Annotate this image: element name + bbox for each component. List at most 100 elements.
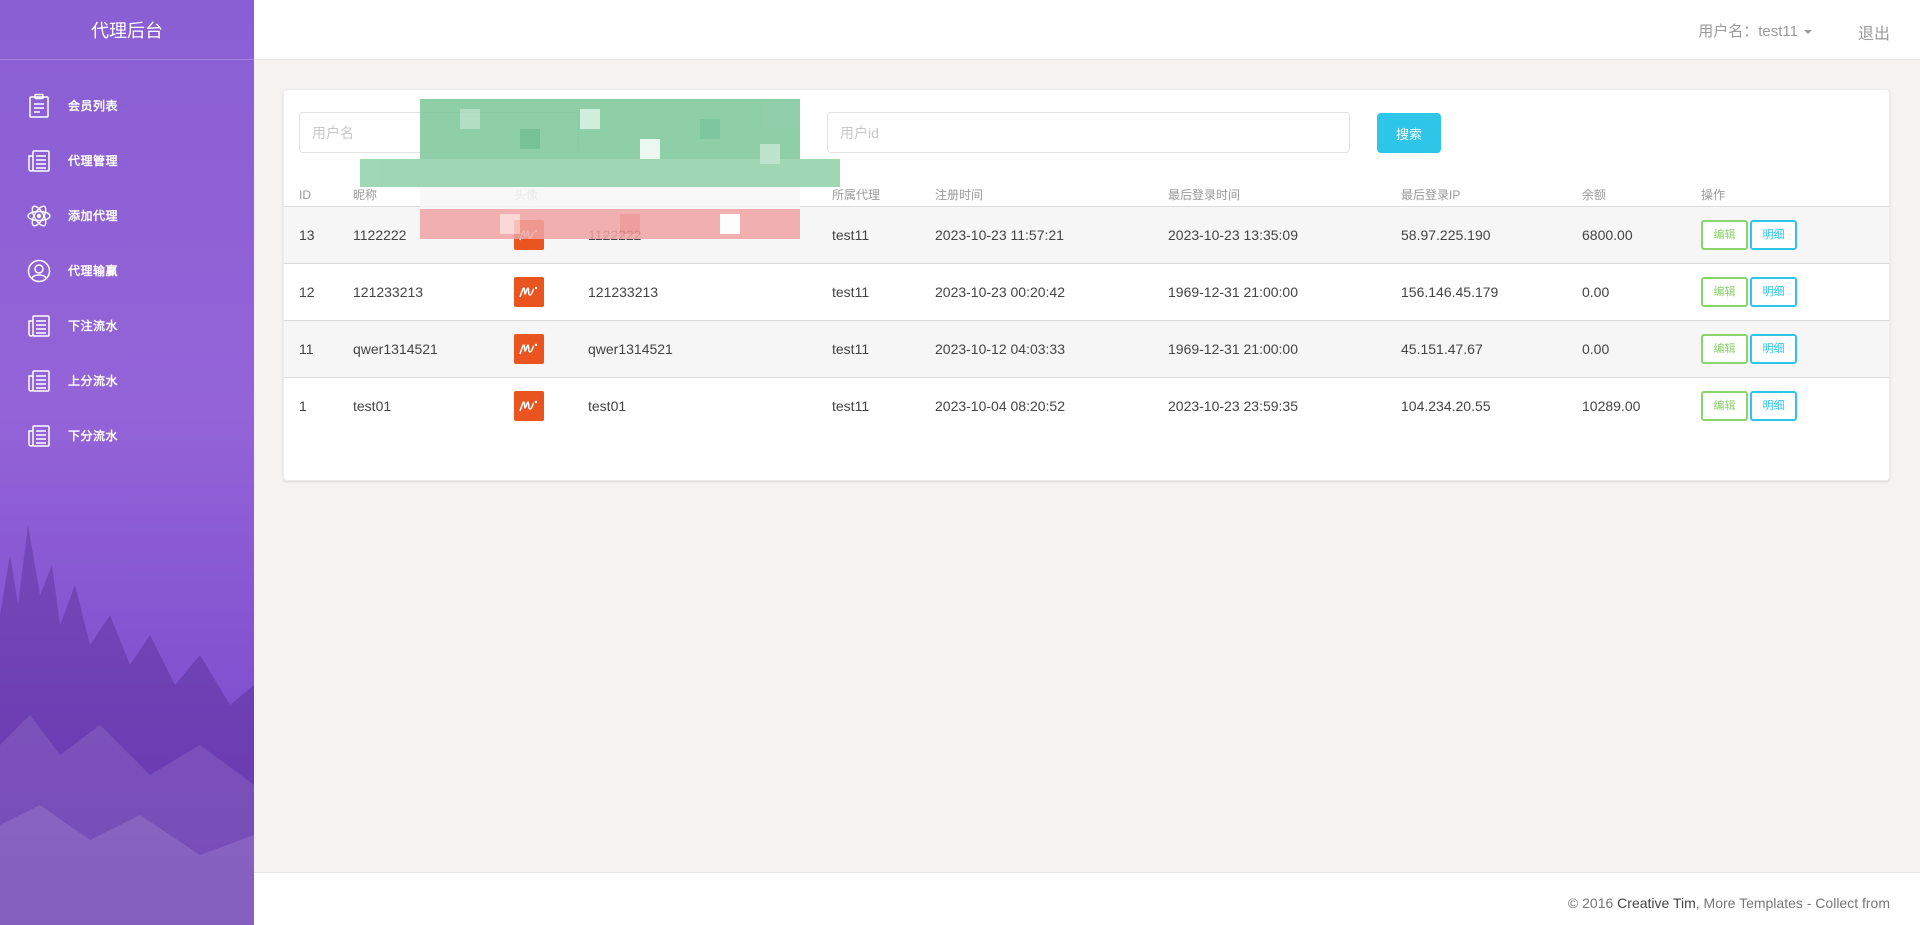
cell-id: 1: [299, 397, 307, 414]
col-header-username: [573, 178, 817, 207]
footer-brand-link[interactable]: Creative Tim: [1617, 895, 1696, 911]
cell-balance: 0.00: [1567, 320, 1686, 378]
col-header-last-ip: 最后登录IP: [1386, 178, 1567, 207]
cell-last-ip: 58.97.225.190: [1386, 206, 1567, 264]
sidebar-nav: 会员列表 代理管理 添加代理 代理输赢 下注流水 上分流水 下分流水: [0, 60, 254, 463]
cell-nickname: test01: [353, 397, 392, 414]
table-row: 12 121233213 121233213 test11 2023-10-23…: [284, 263, 1889, 321]
col-header-registered: 注册时间: [920, 178, 1153, 207]
member-table: ID 昵称 头像 所属代理 注册时间 最后登录时间 最后登录IP 余额 操作 1…: [284, 178, 1889, 434]
cell-username: 121233213: [573, 263, 817, 321]
sidebar-item-label: 添加代理: [68, 209, 119, 223]
cell-username: test01: [588, 397, 627, 414]
sidebar-title[interactable]: 代理后台: [0, 0, 254, 60]
table-row: 1 test01 test01 test11 2023-10-04 08:20:…: [284, 377, 1889, 434]
userid-search-input[interactable]: [827, 112, 1350, 153]
detail-button[interactable]: 明细: [1750, 333, 1797, 364]
mi-logo-icon: [519, 343, 538, 354]
col-header-last-login: 最后登录时间: [1153, 178, 1386, 207]
sidebar-item-label: 下注流水: [68, 319, 119, 333]
mi-logo-icon: [519, 400, 538, 411]
footer-copy-suffix: , More Templates - Collect from: [1695, 895, 1890, 911]
cell-nickname: 121233213: [338, 263, 499, 321]
search-button[interactable]: 搜索: [1377, 113, 1441, 153]
news-icon: [26, 423, 52, 449]
forest-background: [0, 525, 254, 925]
news-icon: [26, 368, 52, 394]
col-header-agent: 所属代理: [817, 178, 920, 207]
cell-nickname: qwer1314521: [338, 320, 499, 378]
table-row: 13 1122222 1122222 test11 2023-10-23 11:…: [284, 206, 1889, 264]
col-header-nickname: 昵称: [338, 178, 499, 207]
cell-registered: 2023-10-04 08:20:52: [935, 397, 1065, 414]
clipboard-icon: [26, 93, 52, 119]
sidebar-item-bet-flow[interactable]: 下注流水: [0, 298, 254, 353]
username-search-input[interactable]: [299, 112, 579, 153]
top-navbar: 用户名：test11 退出: [254, 0, 1920, 60]
member-list-card: 搜索 ID 昵称 头像 所属代理 注册时间 最后登录时间 最后登录IP: [283, 89, 1890, 481]
cell-last-login: 2023-10-23 13:35:09: [1153, 206, 1386, 264]
sidebar-item-add-agent[interactable]: 添加代理: [0, 188, 254, 243]
detail-button[interactable]: 明细: [1750, 390, 1797, 421]
avatar: [514, 390, 544, 421]
cell-balance: 0.00: [1567, 263, 1686, 321]
cell-id: 12: [284, 263, 338, 321]
sidebar-item-label: 上分流水: [68, 374, 119, 388]
sidebar-item-agent-winloss[interactable]: 代理输赢: [0, 243, 254, 298]
detail-button[interactable]: 明细: [1750, 276, 1797, 307]
cell-agent: test11: [817, 320, 920, 378]
sidebar-item-member-list[interactable]: 会员列表: [0, 78, 254, 133]
edit-button[interactable]: 编辑: [1701, 390, 1748, 421]
sidebar-item-label: 下分流水: [68, 429, 119, 443]
cell-actions: 编辑 明细: [1686, 377, 1889, 434]
cell-balance: 6800.00: [1567, 206, 1686, 264]
edit-button[interactable]: 编辑: [1701, 276, 1748, 307]
cell-agent: test11: [817, 206, 920, 264]
cell-actions: 编辑 明细: [1686, 206, 1889, 264]
user-menu-dropdown[interactable]: 用户名：test11: [1698, 20, 1812, 41]
atom-icon: [26, 203, 52, 229]
cell-id: 13: [284, 206, 338, 264]
avatar: [514, 333, 544, 364]
cell-last-login: 1969-12-31 21:00:00: [1153, 320, 1386, 378]
footer: © 2016 Creative Tim, More Templates - Co…: [254, 872, 1920, 925]
footer-copy-prefix: © 2016: [1567, 895, 1618, 911]
cell-registered: 2023-10-23 11:57:21: [920, 206, 1153, 264]
cell-username: qwer1314521: [573, 320, 817, 378]
news-icon: [26, 313, 52, 339]
edit-button[interactable]: 编辑: [1701, 333, 1748, 364]
cell-id: 11: [284, 320, 338, 378]
cell-actions: 编辑 明细: [1686, 263, 1889, 321]
search-form: 搜索: [299, 112, 1874, 154]
edit-button[interactable]: 编辑: [1701, 219, 1748, 250]
sidebar: 代理后台 会员列表 代理管理 添加代理 代理输赢 下注流水 上分流水 下分流水: [0, 0, 254, 925]
cell-last-ip: 156.146.45.179: [1386, 263, 1567, 321]
caret-down-icon: [1804, 30, 1812, 35]
cell-agent: test11: [832, 397, 870, 414]
sidebar-item-label: 代理输赢: [68, 264, 119, 278]
cell-agent: test11: [817, 263, 920, 321]
col-header-id: ID: [284, 178, 338, 207]
cell-last-login: 1969-12-31 21:00:00: [1153, 263, 1386, 321]
sidebar-item-withdraw-flow[interactable]: 下分流水: [0, 408, 254, 463]
detail-button[interactable]: 明细: [1750, 219, 1797, 250]
cell-last-ip: 45.151.47.67: [1386, 320, 1567, 378]
cell-last-login: 2023-10-23 23:59:35: [1168, 397, 1298, 414]
col-header-balance: 余额: [1567, 178, 1686, 207]
cell-registered: 2023-10-12 04:03:33: [920, 320, 1153, 378]
sidebar-item-label: 会员列表: [68, 99, 119, 113]
logout-link[interactable]: 退出: [1858, 20, 1890, 44]
user-menu-label: 用户名：test11: [1698, 23, 1798, 40]
avatar: [514, 219, 544, 250]
user-circle-icon: [26, 258, 52, 284]
cell-username: 1122222: [573, 206, 817, 264]
cell-last-ip: 104.234.20.55: [1401, 397, 1491, 414]
col-header-actions: 操作: [1686, 178, 1889, 207]
mi-logo-icon: [519, 286, 538, 297]
sidebar-item-agent-management[interactable]: 代理管理: [0, 133, 254, 188]
footer-copyright: © 2016 Creative Tim, More Templates - Co…: [1568, 895, 1890, 911]
avatar: [514, 276, 544, 307]
cell-balance: 10289.00: [1582, 397, 1641, 414]
sidebar-item-deposit-flow[interactable]: 上分流水: [0, 353, 254, 408]
table-row: 11 qwer1314521 qwer1314521 test11 2023-1…: [284, 320, 1889, 378]
